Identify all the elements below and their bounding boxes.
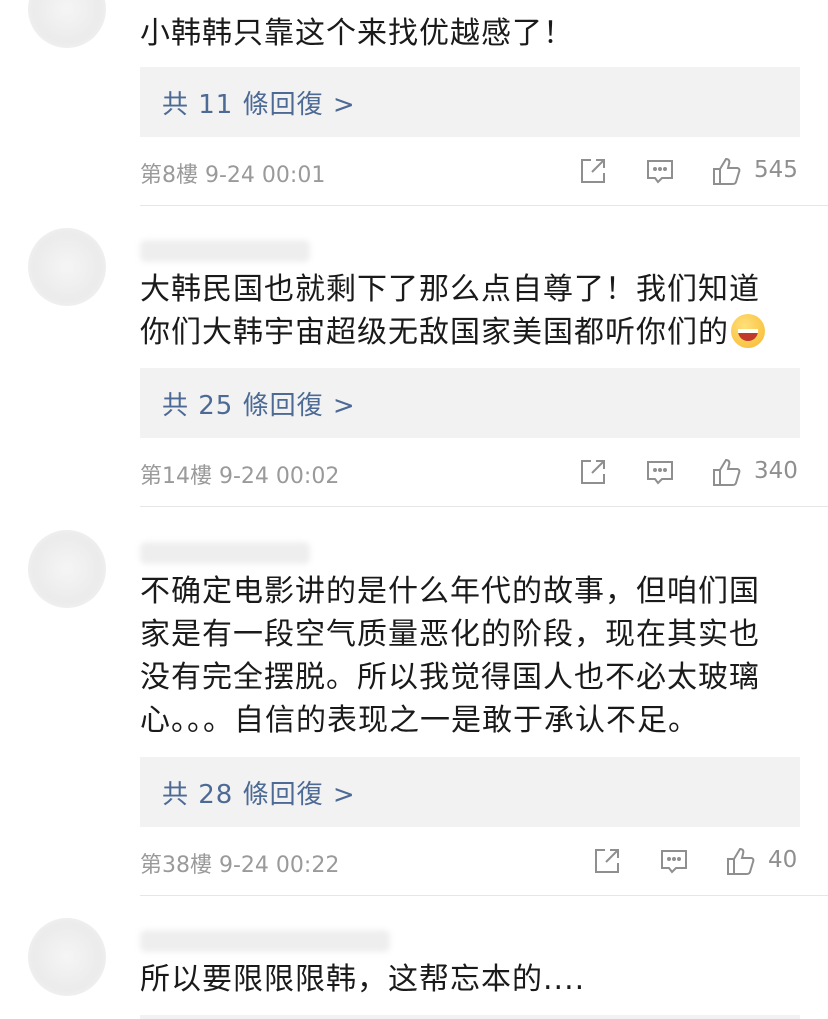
comment-icon[interactable] (644, 456, 676, 488)
thumbs-up-icon[interactable] (711, 155, 743, 187)
divider (140, 895, 828, 896)
share-icon[interactable] (577, 456, 609, 488)
comment-text: 所以要限限限韩，这帮忘本的.... (140, 962, 586, 997)
comment-meta: 第38樓 9-24 00:22 40 (140, 841, 800, 881)
share-icon[interactable] (591, 845, 623, 877)
grinning-sweat-emoji-icon (731, 314, 765, 348)
comment-meta: 第14樓 9-24 00:02 340 (140, 452, 800, 492)
replies-label: 共 11 條回復 > (162, 90, 356, 120)
floor-time: 第38樓 9-24 00:22 (140, 853, 340, 878)
share-icon[interactable] (577, 155, 609, 187)
avatar[interactable] (28, 918, 106, 996)
floor-time: 第14樓 9-24 00:02 (140, 464, 340, 489)
floor-time: 第8樓 9-24 00:01 (140, 163, 326, 188)
thumbs-up-icon[interactable] (725, 845, 757, 877)
comment-meta: 第8樓 9-24 00:01 545 (140, 151, 800, 191)
like-count: 340 (754, 458, 798, 484)
comment-text: 大韩民国也就剩下了那么点自尊了！我们知道你们大韩宇宙超级无敌国家美国都听你们的 (140, 268, 790, 354)
replies-label: 共 25 條回復 > (162, 391, 356, 421)
divider (140, 205, 828, 206)
avatar[interactable] (28, 228, 106, 306)
divider (140, 506, 828, 507)
username[interactable] (140, 240, 310, 262)
replies-label: 共 28 條回復 > (162, 780, 356, 810)
comment-text: 不确定电影讲的是什么年代的故事，但咱们国家是有一段空气质量恶化的阶段，现在其实也… (140, 574, 760, 738)
replies-link[interactable]: 共 25 條回復 > (140, 368, 800, 438)
thumbs-up-icon[interactable] (711, 456, 743, 488)
username[interactable] (140, 930, 390, 952)
avatar[interactable] (28, 530, 106, 608)
comment-text: 小韩韩只靠这个来找优越感了！ (140, 16, 574, 51)
like-count: 545 (754, 157, 798, 183)
replies-link[interactable]: 共 28 條回復 > (140, 757, 800, 827)
avatar[interactable] (28, 0, 106, 48)
replies-link[interactable] (140, 1015, 800, 1019)
comment-icon[interactable] (644, 155, 676, 187)
comment-icon[interactable] (658, 845, 690, 877)
replies-link[interactable]: 共 11 條回復 > (140, 67, 800, 137)
like-count: 40 (768, 847, 798, 873)
username[interactable] (140, 542, 310, 564)
